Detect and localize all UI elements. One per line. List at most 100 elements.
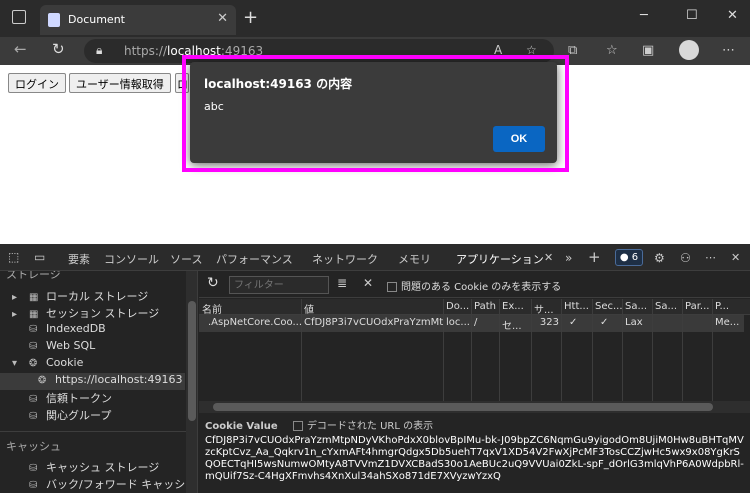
favorites-icon[interactable]: ☆ <box>606 43 618 58</box>
cookie-icon: ❂ <box>38 375 47 386</box>
new-tab-icon[interactable]: + <box>243 7 258 28</box>
cache-heading: キャッシュ <box>6 440 61 453</box>
col-value[interactable]: 値 <box>301 301 443 316</box>
problem-cookie-checkbox[interactable]: 問題のある Cookie のみを表示する <box>387 278 561 293</box>
grid-icon: ▦ <box>29 309 39 320</box>
browser-titlebar: Document ✕ + ─ ☐ ✕ <box>0 0 750 37</box>
row-path: / <box>474 317 478 328</box>
row-httponly: ✓ <box>569 317 578 328</box>
tab-memory[interactable]: メモリ <box>398 251 431 267</box>
issues-badge[interactable]: ● 6 <box>615 249 643 266</box>
clear-filter-icon[interactable]: ≣ <box>337 276 347 290</box>
col-divider <box>652 299 653 402</box>
col-divider <box>712 299 713 402</box>
collections-icon[interactable]: ▣ <box>642 43 654 58</box>
col-samesite[interactable]: Sa... <box>622 301 652 312</box>
more-tabs-icon[interactable]: » <box>565 251 572 265</box>
row-value: CfDJ8P3i7vCUOdxPraYzmMt... <box>304 317 443 328</box>
col-divider <box>592 299 593 402</box>
sidebar-item-bfcache[interactable]: ⛁ バック/フォワード キャッシュ <box>29 476 196 493</box>
application-sidebar: ストレージ ▸ ▦ ローカル ストレージ ▸ ▦ セッション ストレージ ⛁ Indexe… <box>0 271 198 493</box>
inspect-icon[interactable]: ⬚ <box>8 250 19 264</box>
tab-elements[interactable]: 要素 <box>68 251 90 267</box>
row-name: .AspNetCore.Coo... <box>208 317 301 328</box>
sidebar-item-interest-groups[interactable]: ⛁ 関心グループ <box>29 407 111 424</box>
tab-sources[interactable]: ソース <box>170 251 202 267</box>
cookie-table: 名前 値 Do... Path Ex... サ... Htt... Sec...… <box>199 299 750 405</box>
col-secure[interactable]: Sec... <box>592 301 622 312</box>
col-size[interactable]: サ... <box>531 301 561 316</box>
cookie-view: ↻ ≣ ✕ 問題のある Cookie のみを表示する 名前 値 Do... Pa… <box>199 271 750 493</box>
tab-application[interactable]: アプリケーション <box>450 251 550 275</box>
tab-console[interactable]: コンソール <box>104 251 159 267</box>
document-icon <box>48 13 60 27</box>
col-divider <box>499 299 500 402</box>
tab-actions-icon[interactable] <box>12 10 26 24</box>
col-name[interactable]: 名前 <box>199 301 301 316</box>
lock-icon: 🔒︎ <box>96 43 103 57</box>
col-divider <box>443 299 444 402</box>
col-divider <box>531 299 532 402</box>
minimize-icon[interactable]: ─ <box>640 8 648 23</box>
people-icon[interactable]: ⚇ <box>680 251 691 265</box>
database-icon: ⛁ <box>29 394 38 405</box>
storage-heading: ストレージ <box>6 271 61 281</box>
add-tab-icon[interactable]: + <box>588 248 601 266</box>
col-divider <box>561 299 562 402</box>
refresh-icon[interactable]: ↻ <box>207 275 219 291</box>
maximize-icon[interactable]: ☐ <box>686 8 698 23</box>
table-hscrollbar[interactable] <box>199 401 750 413</box>
sidebar-item-cookie[interactable]: ▾ ❂ Cookie <box>12 356 83 373</box>
row-secure: ✓ <box>600 317 609 328</box>
filter-input[interactable] <box>229 276 329 294</box>
close-tab-icon[interactable]: ✕ <box>217 11 228 26</box>
more-options-icon[interactable]: ⋯ <box>705 251 716 264</box>
close-devtools-icon[interactable]: ✕ <box>731 251 740 264</box>
grid-icon: ▦ <box>29 292 39 303</box>
col-domain[interactable]: Do... <box>443 301 471 312</box>
sidebar-item-websql[interactable]: ⛁ Web SQL <box>29 339 95 356</box>
sidebar-item-cache-storage[interactable]: ⛁ キャッシュ ストレージ <box>29 459 159 476</box>
col-partition[interactable]: Par... <box>682 301 712 312</box>
col-sameparty[interactable]: Sa... <box>652 301 682 312</box>
row-expires: セ... <box>502 321 522 332</box>
more-menu-icon[interactable]: ⋯ <box>722 43 735 58</box>
sidebar-item-local-storage[interactable]: ▸ ▦ ローカル ストレージ <box>12 288 148 305</box>
cookie-value-text: CfDJ8P3i7vCUOdxPraYzmMtpNDyVKhoPdxX0blov… <box>205 435 744 482</box>
table-header: 名前 値 Do... Path Ex... サ... Htt... Sec...… <box>199 299 750 316</box>
profile-avatar[interactable] <box>679 40 699 60</box>
settings-gear-icon[interactable]: ⚙ <box>654 251 665 265</box>
decode-url-checkbox[interactable]: デコードされた URL の表示 <box>292 421 433 432</box>
cookie-icon: ❂ <box>29 358 38 369</box>
login-button[interactable]: ログイン <box>8 73 66 93</box>
close-tab-icon[interactable]: ✕ <box>544 251 553 264</box>
sidebar-item-cookie-origin[interactable]: ❂ https://localhost:49163 <box>0 373 185 390</box>
get-user-info-button[interactable]: ユーザー情報取得 <box>69 73 171 93</box>
tab-performance[interactable]: パフォーマンス <box>216 251 293 267</box>
col-expires[interactable]: Ex... <box>499 301 531 312</box>
tab-network[interactable]: ネットワーク <box>312 251 378 267</box>
back-icon[interactable]: ← <box>14 40 27 58</box>
sidebar-item-indexeddb[interactable]: ⛁ IndexedDB <box>29 322 106 339</box>
close-window-icon[interactable]: ✕ <box>727 8 738 23</box>
col-path[interactable]: Path <box>471 301 499 312</box>
row-samesite: Lax <box>625 317 643 328</box>
col-priority[interactable]: P... <box>712 301 744 312</box>
database-icon: ⛁ <box>29 324 38 335</box>
browser-tab[interactable]: Document ✕ <box>40 5 236 35</box>
clear-all-icon[interactable]: ✕ <box>363 276 373 290</box>
sidebar-item-session-storage[interactable]: ▸ ▦ セッション ストレージ <box>12 305 159 322</box>
cookie-value-label: Cookie Value <box>205 421 278 432</box>
sidebar-item-trust-tokens[interactable]: ⛁ 信頼トークン <box>29 390 112 407</box>
row-domain: loc... <box>446 317 470 328</box>
col-httponly[interactable]: Htt... <box>561 301 592 312</box>
cookie-toolbar: ↻ ≣ ✕ 問題のある Cookie のみを表示する <box>199 271 750 298</box>
row-size: 323 <box>539 317 559 328</box>
sidebar-scrollbar[interactable] <box>186 271 197 493</box>
sidebar-divider <box>0 431 186 432</box>
cookie-value-header: Cookie Value デコードされた URL の表示 <box>205 417 433 432</box>
device-icon[interactable]: ▭ <box>34 250 45 264</box>
extensions-icon[interactable]: ⧉ <box>568 43 577 58</box>
refresh-icon[interactable]: ↻ <box>52 40 65 58</box>
devtools-tabbar: ⬚ ▭ 要素 コンソール ソース パフォーマンス ネットワーク メモリ アプリケ… <box>0 244 750 275</box>
